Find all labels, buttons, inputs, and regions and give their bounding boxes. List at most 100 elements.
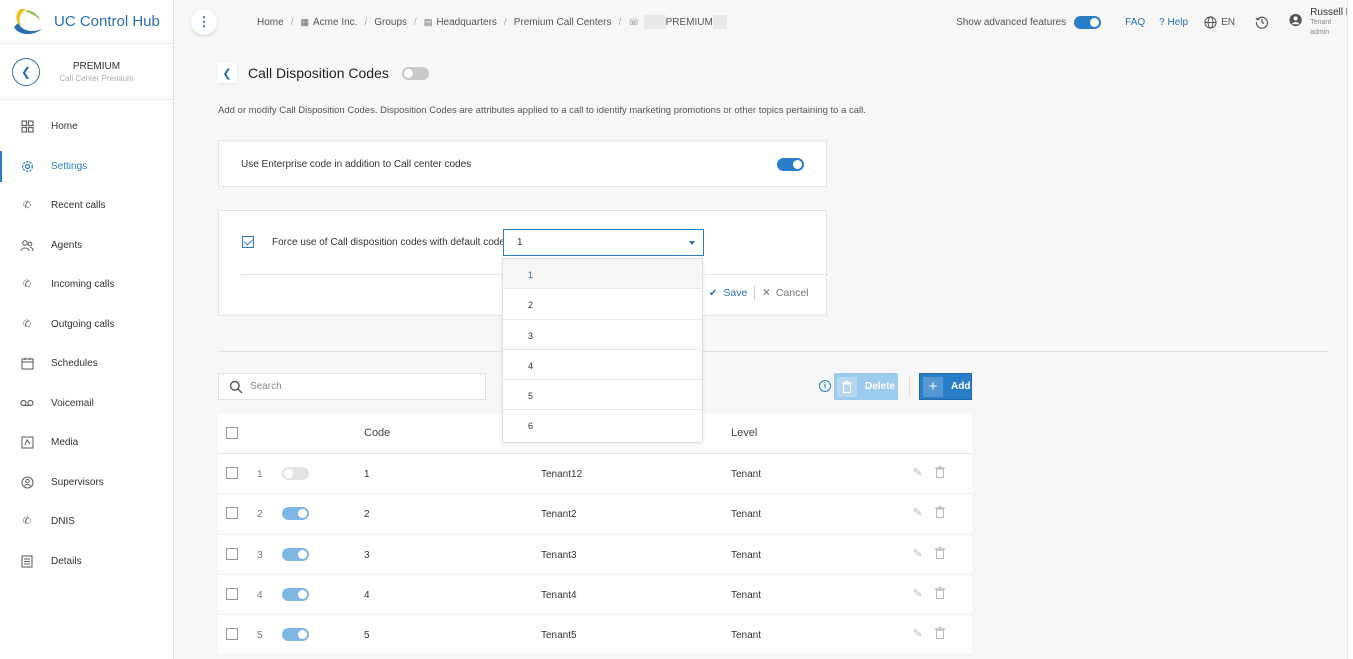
dropdown-option[interactable]: 5 [503, 380, 702, 411]
faq-link[interactable]: FAQ [1125, 17, 1145, 28]
row-description: Tenant3 [541, 549, 577, 561]
redacted-text [643, 15, 666, 29]
breadcrumb-enterprise[interactable]: Acme Inc. [313, 17, 357, 28]
more-menu-button[interactable]: ⋮ [191, 9, 217, 35]
sidebar-item-agents[interactable]: Agents [0, 226, 173, 266]
back-button[interactable]: ❮ [12, 57, 40, 86]
select-all-checkbox[interactable] [226, 427, 238, 439]
breadcrumb-home[interactable]: Home [257, 17, 284, 28]
row-description: Tenant12 [541, 469, 583, 480]
supervisors-icon [20, 475, 34, 489]
sidebar-item-supervisors[interactable]: Supervisors [0, 463, 173, 503]
trash-icon[interactable] [935, 465, 945, 481]
dropdown-option[interactable]: 3 [503, 320, 702, 350]
row-code: 5 [364, 630, 370, 642]
voicemail-icon [20, 396, 34, 410]
force-code-checkbox[interactable] [242, 236, 254, 248]
breadcrumb-group[interactable]: Headquarters [436, 17, 497, 28]
media-icon [20, 436, 34, 450]
trash-icon[interactable] [935, 506, 945, 521]
phone-dnis-icon: ✆ [22, 516, 32, 528]
trash-icon[interactable] [935, 546, 945, 562]
row-active-toggle[interactable] [282, 587, 309, 601]
user-avatar-icon [1289, 13, 1302, 26]
row-checkbox[interactable] [226, 587, 238, 600]
breadcrumb: Home / ▦ Acme Inc. / Groups / ▤ Headquar… [257, 15, 727, 29]
row-active-toggle[interactable] [282, 628, 309, 642]
sidebar-item-details[interactable]: Details [0, 542, 173, 582]
row-active-toggle[interactable] [282, 467, 309, 480]
chevron-left-icon: ❮ [20, 64, 32, 79]
feature-enable-toggle[interactable] [402, 67, 429, 80]
calendar-icon [20, 357, 34, 371]
page-description: Add or modify Call Disposition Codes. Di… [218, 105, 866, 116]
dropdown-option[interactable]: 6 [503, 410, 702, 440]
globe-icon [1204, 15, 1217, 29]
dropdown-option[interactable]: 1 [503, 259, 702, 290]
table-row: 2 2 Tenant2 Tenant ✎ [218, 494, 972, 535]
table-row: 3 3 Tenant3 Tenant ✎ [218, 535, 972, 575]
row-active-toggle[interactable] [282, 547, 309, 561]
advanced-features-toggle[interactable] [1074, 15, 1102, 29]
help-link[interactable]: ? Help [1159, 17, 1188, 28]
default-code-select[interactable]: 1 [503, 229, 704, 256]
row-description: Tenant2 [541, 509, 577, 521]
cancel-button[interactable]: ✕ Cancel [762, 287, 809, 299]
breadcrumb-separator: / [364, 16, 368, 28]
section-divider [218, 351, 1328, 352]
advanced-features-label: Show advanced features [956, 16, 1067, 28]
trash-icon[interactable] [935, 627, 945, 642]
pencil-icon[interactable]: ✎ [913, 547, 922, 560]
sidebar-item-recent-calls[interactable]: ✆ Recent calls [0, 186, 173, 226]
add-button[interactable]: + Add [919, 373, 972, 400]
column-header-level[interactable]: Level [731, 427, 757, 439]
sidebar-item-home[interactable]: Home [0, 107, 173, 147]
app-logo[interactable]: UC Control Hub [0, 0, 173, 44]
sidebar-item-label: DNIS [51, 516, 75, 528]
breadcrumb-groups[interactable]: Groups [374, 17, 407, 28]
row-description: Tenant5 [541, 630, 577, 642]
sidebar-item-outgoing-calls[interactable]: ✆ Outgoing calls [0, 305, 173, 345]
question-icon: ? [1159, 16, 1168, 28]
save-button[interactable]: ✔ Save [709, 287, 747, 299]
pencil-icon[interactable]: ✎ [913, 506, 922, 519]
dropdown-option[interactable]: 4 [503, 350, 702, 381]
language-selector[interactable]: EN [1204, 15, 1235, 29]
column-header-code[interactable]: Code [364, 427, 390, 439]
row-checkbox[interactable] [226, 628, 238, 641]
trash-icon[interactable] [935, 586, 945, 602]
pencil-icon[interactable]: ✎ [913, 627, 922, 640]
row-checkbox[interactable] [226, 507, 238, 520]
sidebar-item-incoming-calls[interactable]: ✆ Incoming calls [0, 265, 173, 305]
breadcrumb-separator: / [290, 16, 294, 28]
row-checkbox[interactable] [226, 467, 238, 479]
page-back-button[interactable]: ❮ [217, 63, 237, 83]
row-code: 3 [364, 549, 370, 561]
sidebar-item-label: Recent calls [51, 200, 106, 212]
row-number: 4 [257, 589, 263, 601]
sidebar-item-voicemail[interactable]: Voicemail [0, 384, 173, 424]
row-checkbox[interactable] [226, 547, 238, 560]
sidebar-item-media[interactable]: Media [0, 423, 173, 463]
breadcrumb-call-centers[interactable]: Premium Call Centers [514, 17, 612, 28]
sidebar-item-settings[interactable]: Settings [0, 147, 173, 187]
delete-button[interactable]: Delete [834, 373, 898, 400]
sidebar-item-label: Home [51, 121, 78, 133]
sidebar-item-dnis[interactable]: ✆ DNIS [0, 502, 173, 542]
sidebar-nav: Home Settings ✆ Recent calls Agents ✆ In… [0, 100, 173, 581]
pencil-icon[interactable]: ✎ [913, 466, 922, 479]
button-separator [754, 286, 755, 300]
caret-down-icon [689, 241, 695, 245]
gear-icon [20, 159, 34, 173]
history-icon[interactable] [1255, 15, 1269, 29]
enterprise-code-label: Use Enterprise code in addition to Call … [241, 159, 472, 170]
user-menu[interactable]: Russell N Tenant admin [1289, 7, 1353, 38]
row-active-toggle[interactable] [282, 507, 309, 521]
dropdown-option[interactable]: 2 [503, 289, 702, 320]
pencil-icon[interactable]: ✎ [913, 587, 922, 600]
sidebar-item-schedules[interactable]: Schedules [0, 344, 173, 384]
page-scrollbar[interactable] [1347, 0, 1353, 659]
search-input[interactable] [250, 381, 450, 392]
enterprise-code-toggle[interactable] [777, 158, 804, 171]
info-icon[interactable]: i [819, 380, 831, 392]
